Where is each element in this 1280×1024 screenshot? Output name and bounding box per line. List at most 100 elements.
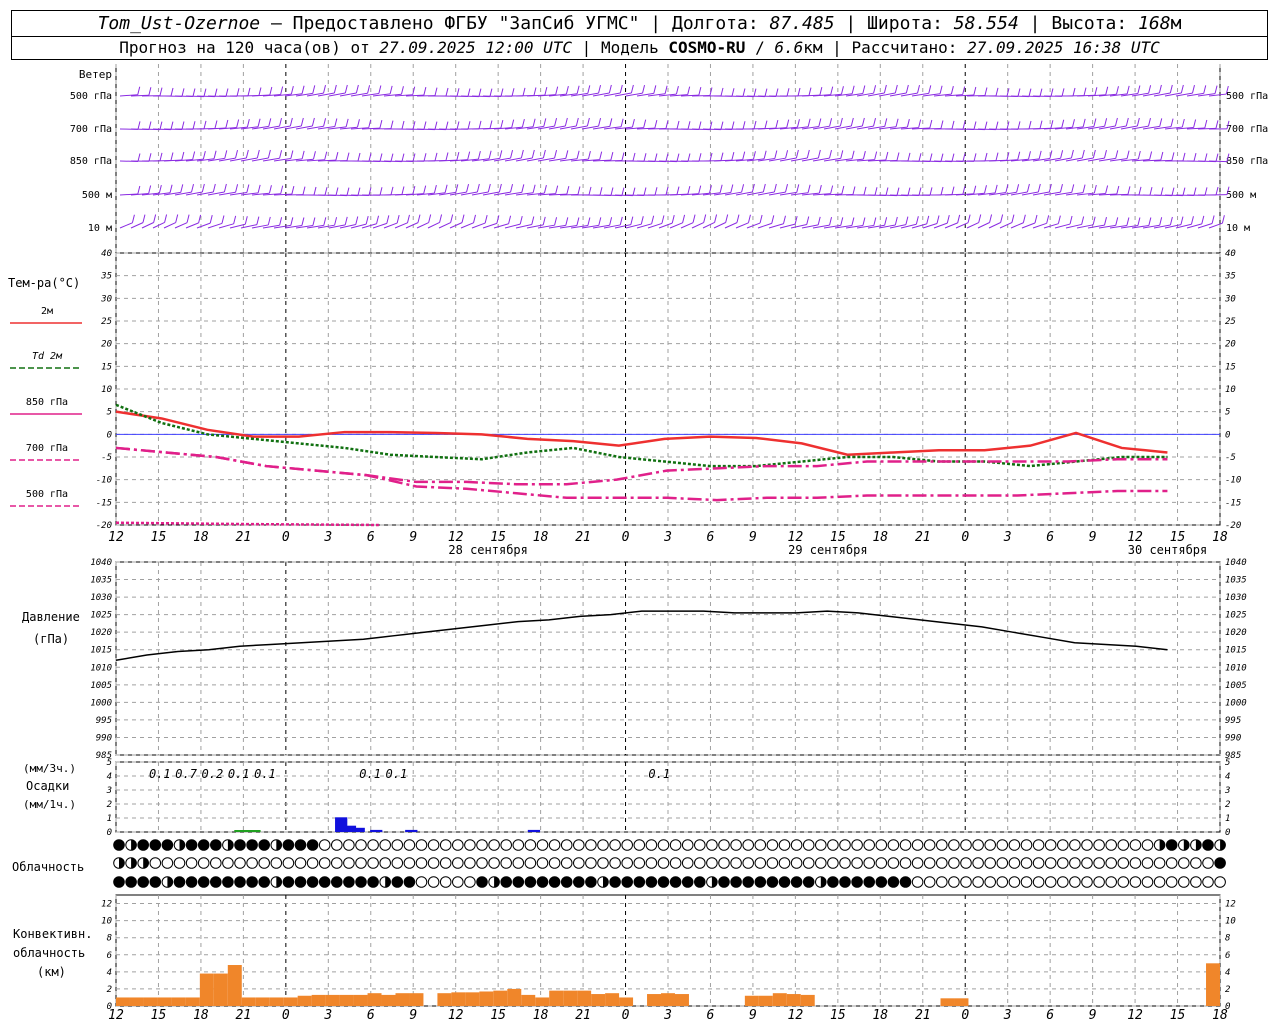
wind-barb-feather: [267, 216, 271, 226]
wind-barb-feather: [401, 186, 405, 195]
convective-hour-label: 0: [961, 1008, 969, 1023]
wind-barb-feather: [345, 118, 349, 127]
cloud-cover-lower: [343, 876, 355, 888]
convective-ylabel-unit: (км): [37, 965, 66, 979]
wind-barb-feather: [423, 153, 427, 162]
cloud-cover-upper: [972, 839, 984, 851]
wind-barb-feather: [335, 187, 339, 196]
cloud-cover-middle: [427, 857, 440, 869]
wind-barb-feather: [598, 118, 602, 127]
convective-hour-label: 3: [323, 1008, 332, 1023]
temperature-hour-label: 0: [282, 530, 290, 545]
wind-barb-feather: [1022, 214, 1026, 223]
wind-barb-feather: [170, 121, 174, 130]
cloud-cover-middle: [452, 857, 464, 869]
cloud-cover-lower: [766, 876, 779, 888]
temperature-hour-label: 6: [367, 530, 375, 545]
cloud-cover-lower: [754, 876, 767, 888]
cloud-cover-lower: [524, 876, 537, 888]
wind-barb-feather: [137, 86, 141, 95]
pressure-tick-label: 1015: [90, 646, 112, 656]
wind-barb-feather: [356, 119, 360, 128]
wind-barb: [966, 222, 979, 229]
wind-barb-feather: [894, 216, 898, 226]
precip-amount-label: 0.1: [254, 767, 276, 781]
wind-barb-feather: [609, 118, 613, 127]
wind-barb-feather: [753, 120, 757, 130]
wind-level-label: 850 гПа: [70, 156, 112, 167]
wind-barb-feather: [355, 84, 359, 94]
wind-barb: [438, 222, 451, 229]
wind-barb-feather: [587, 151, 591, 160]
cloud-cover-upper: [403, 839, 416, 851]
wind-barb-feather: [1126, 85, 1130, 94]
wind-barb-feather: [279, 150, 283, 159]
wind-barb-feather: [1190, 216, 1194, 225]
wind-barb-feather: [588, 186, 592, 196]
temperature-tick-label: 0: [1225, 430, 1230, 440]
wind-barb-feather: [313, 186, 317, 196]
wind-barb-feather: [542, 149, 546, 159]
cloud-cover-middle: [1069, 857, 1081, 869]
cloud-cover-upper: [1044, 839, 1057, 851]
wind-barb-feather: [599, 187, 603, 196]
wind-barb-feather: [863, 186, 867, 196]
wind-barb-feather: [500, 88, 504, 97]
wind-barb-feather: [225, 88, 229, 97]
wind-barb-feather: [861, 117, 865, 127]
convective-hour-label: 21: [575, 1008, 591, 1023]
cloud-cover-upper: [536, 839, 549, 851]
wind-barb-feather: [775, 120, 779, 129]
cloud-cover-lower: [730, 876, 742, 888]
cloud-cover-lower: [464, 876, 476, 888]
precipitation-tick-label: 2: [1225, 800, 1230, 810]
wind-barb-feather: [1082, 118, 1086, 127]
cloud-cover-lower: [742, 876, 755, 888]
pressure-tick-label: 1010: [90, 663, 112, 673]
cloud-cover-upper: [1165, 839, 1178, 851]
convective-bar: [521, 994, 536, 1006]
convective-hour-label: 21: [915, 1008, 931, 1023]
wind-barb-feather: [510, 150, 514, 159]
wind-barb-feather: [852, 186, 856, 195]
cloud-cover-middle: [1008, 857, 1021, 869]
wind-barb-feather: [423, 87, 427, 96]
cloud-cover-upper: [585, 839, 597, 851]
wind-barb-feather: [1114, 117, 1118, 127]
convective-hour-label: 18: [872, 1008, 888, 1023]
wind-barb-feather: [290, 85, 294, 95]
wind-barb-feather: [489, 88, 493, 97]
wind-barb-feather: [983, 185, 987, 194]
wind-barb-feather: [1081, 149, 1085, 159]
convective-hour-label: 21: [236, 1008, 252, 1023]
wind-barb-feather: [202, 150, 206, 160]
cloud-cover-upper: [911, 839, 924, 851]
wind-barb-feather: [1057, 215, 1061, 224]
wind-barb-feather: [450, 214, 454, 223]
wind-barb-feather: [621, 187, 625, 196]
cloud-cover-lower: [331, 876, 343, 888]
cloud-cover-half-upper: [179, 839, 185, 851]
cloud-cover-lower: [875, 876, 888, 888]
wind-barb-feather: [390, 186, 394, 196]
temperature-tick-label: -15: [96, 498, 112, 508]
cloud-cover-middle: [706, 857, 718, 869]
wind-barb-feather: [312, 151, 316, 160]
cloud-cover-lower: [197, 876, 210, 888]
wind-level-label: 700 гПа: [70, 124, 112, 135]
cloud-cover-lower: [512, 876, 525, 888]
wind-barb-feather: [829, 217, 833, 226]
wind-barb: [130, 222, 144, 229]
wind-barb-feather: [851, 217, 855, 226]
wind-barb-feather: [951, 186, 955, 195]
wind-barb-feather: [719, 184, 723, 193]
wind-barb-feather: [1115, 150, 1119, 159]
wind-barb-feather: [323, 118, 327, 127]
convective-tick-label: 4: [107, 968, 112, 978]
wind-barb-feather: [731, 152, 735, 161]
cloud-cover-middle: [911, 857, 924, 869]
wind-barb-feather: [632, 152, 636, 162]
wind-barb-feather: [884, 217, 888, 226]
cloud-cover-lower: [355, 876, 367, 888]
convective-hour-label: 9: [409, 1008, 417, 1023]
